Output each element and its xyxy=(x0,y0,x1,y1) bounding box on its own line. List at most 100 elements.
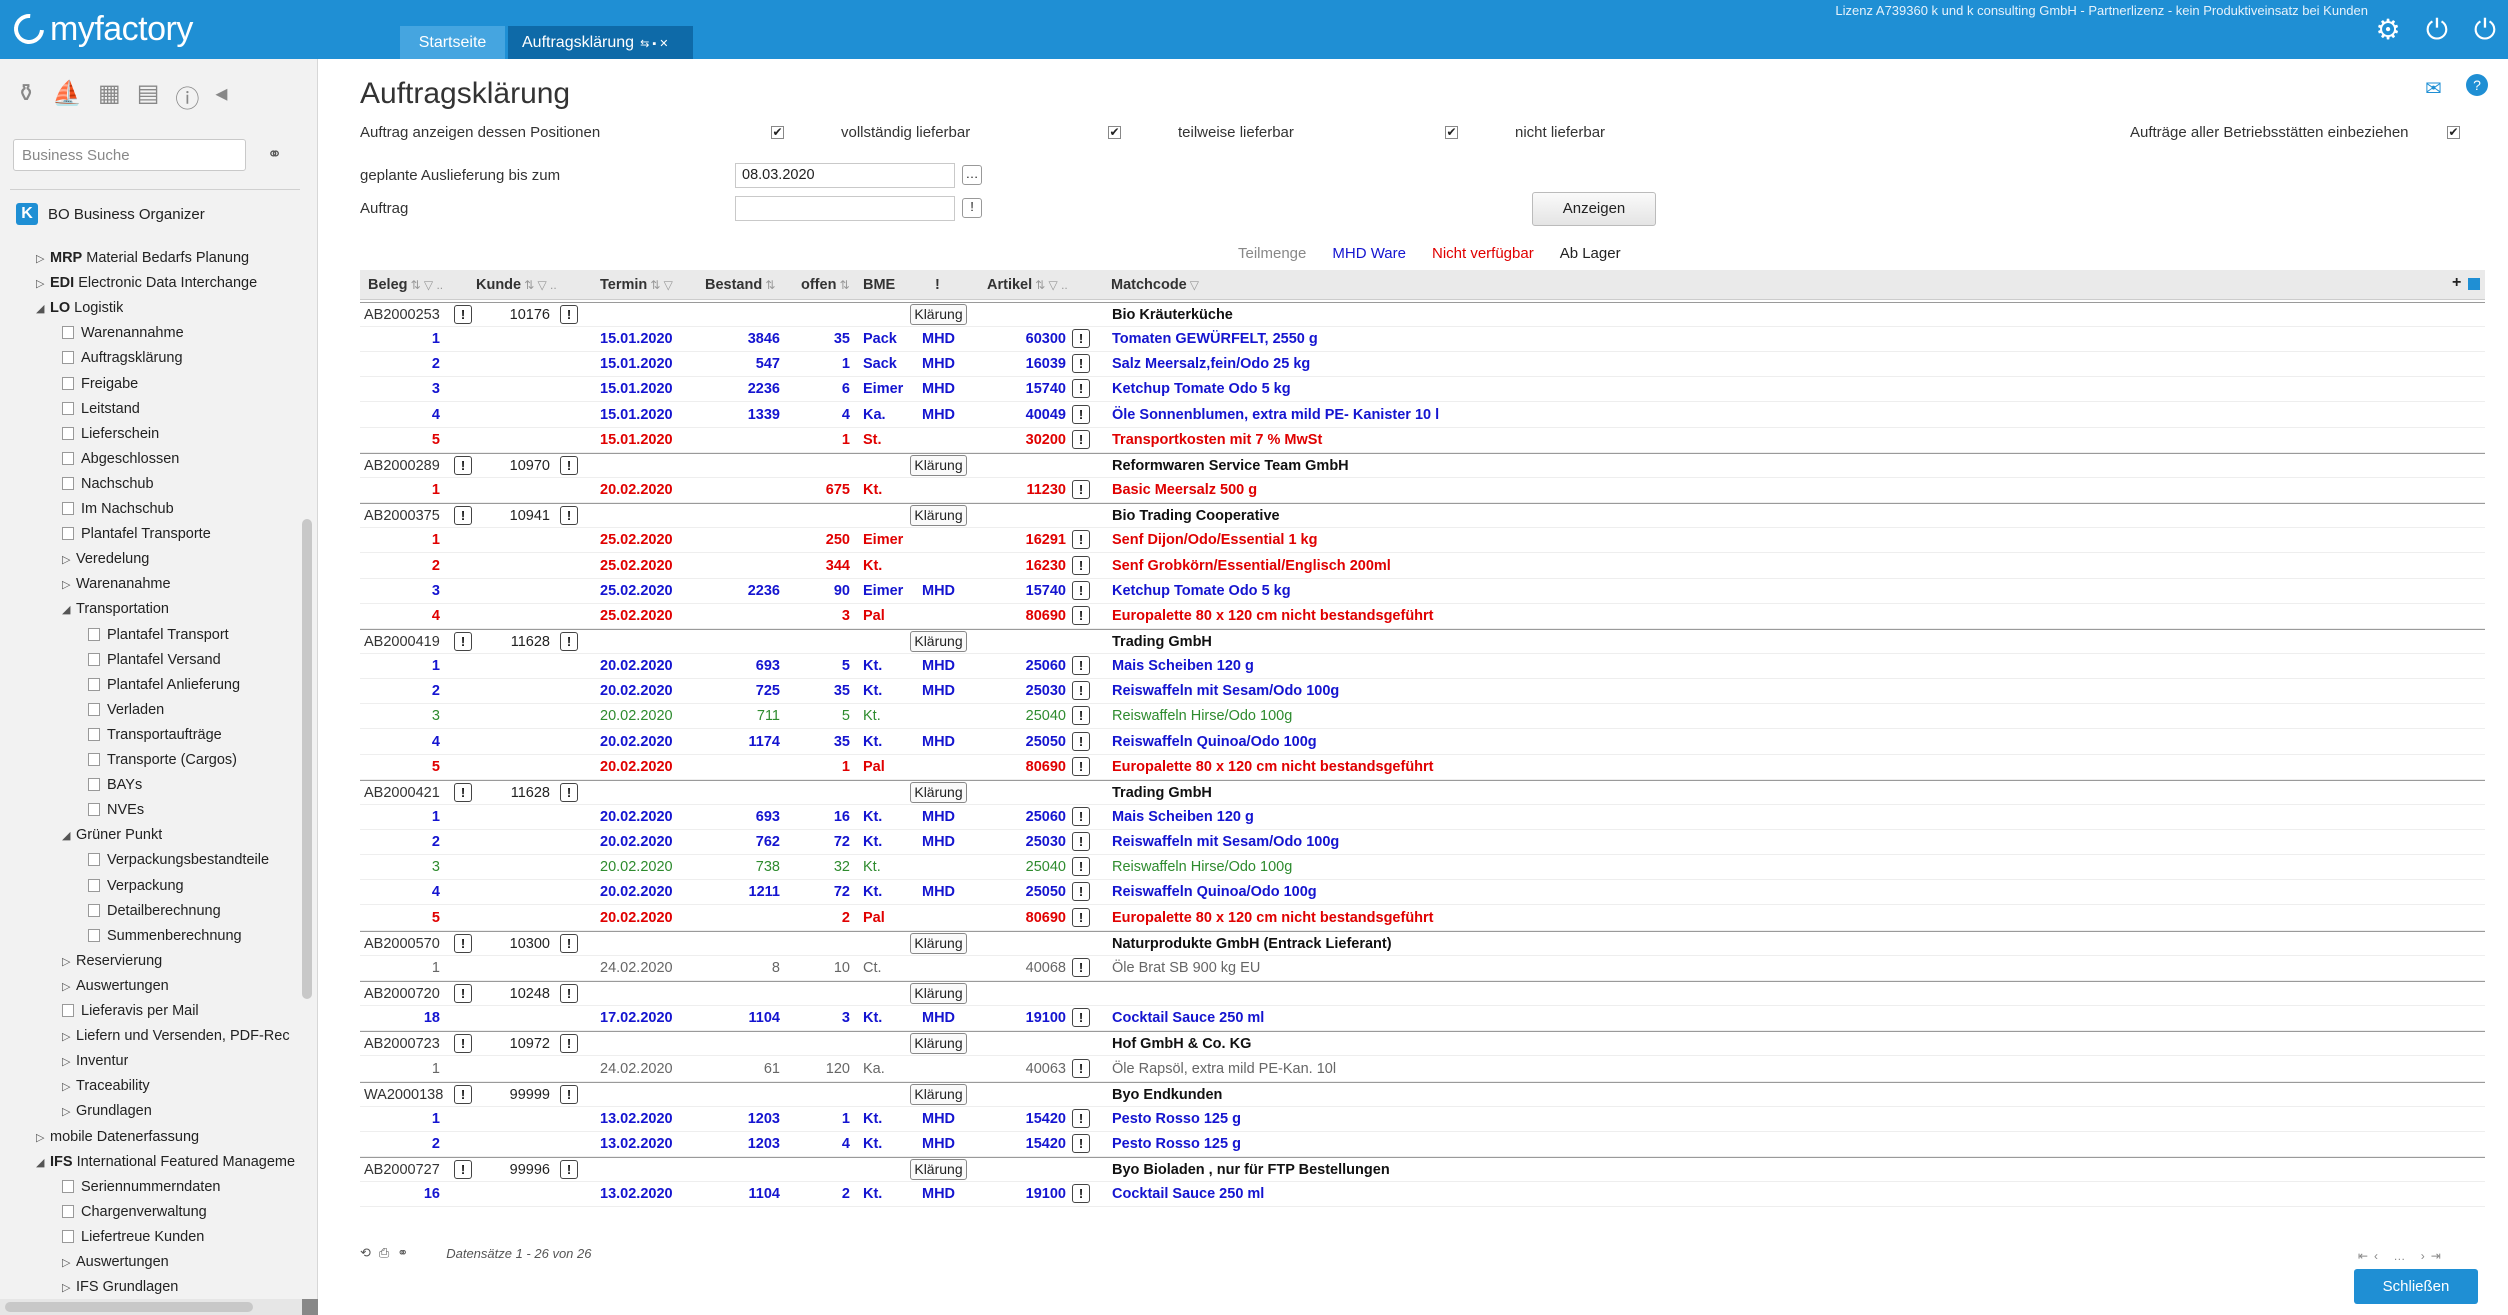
col-beleg[interactable]: Beleg ⇅ ▽ .. xyxy=(368,277,443,293)
order-number[interactable]: AB2000419 xyxy=(364,634,440,650)
expand-arrow-icon[interactable]: ▷ xyxy=(36,247,50,270)
position-row[interactable]: 1 13.02.2020 1203 1 Kt. MHD 15420! Pesto Rosso … xyxy=(360,1107,2485,1132)
order-number[interactable]: AB2000253 xyxy=(364,307,440,323)
tree-item[interactable]: Detailberechnung xyxy=(88,899,221,923)
position-row[interactable]: 1 20.02.2020 693 16 Kt. MHD 25060! Mais Scheibe… xyxy=(360,805,2485,830)
article-info-button[interactable]: ! xyxy=(1072,807,1090,826)
tree-item[interactable]: ▷ Liefern und Versenden, PDF-Rec xyxy=(62,1024,290,1048)
tree-item[interactable]: Warenannahme xyxy=(62,321,184,345)
planned-delivery-input[interactable]: 08.03.2020 xyxy=(735,163,955,188)
article-info-button[interactable]: ! xyxy=(1072,731,1090,751)
power-icon[interactable]: ⏻ xyxy=(2422,15,2452,45)
position-row[interactable]: 16 13.02.2020 1104 2 Kt. MHD 19100! Cocktail Sa… xyxy=(360,1182,2485,1208)
customer-info-button[interactable]: ! xyxy=(560,1034,578,1054)
customer-info-button[interactable]: ! xyxy=(560,305,578,324)
order-info-button[interactable]: ! xyxy=(454,305,472,324)
tree-item[interactable]: ▷ Traceability xyxy=(62,1074,150,1098)
position-row[interactable]: 18 17.02.2020 1104 3 Kt. MHD 19100! Cocktail Sa… xyxy=(360,1006,2485,1032)
expand-arrow-icon[interactable]: ▷ xyxy=(62,1025,76,1048)
article-info-button[interactable]: ! xyxy=(1072,857,1090,877)
tree-item[interactable]: Verpackung xyxy=(88,874,184,898)
expand-arrow-icon[interactable]: ▷ xyxy=(62,1100,76,1123)
article-info-button[interactable]: ! xyxy=(1072,832,1090,852)
grid-settings-icon[interactable] xyxy=(2468,278,2480,290)
refresh-icon[interactable]: ⟲ xyxy=(360,1245,371,1261)
tree-item[interactable]: Verladen xyxy=(88,698,164,722)
mail-icon[interactable]: ✉ xyxy=(2425,76,2442,101)
customer-info-button[interactable]: ! xyxy=(560,455,578,475)
position-row[interactable]: 1 24.02.2020 61 120 Ka. 40063! Öle Rapsöl, ext… xyxy=(360,1057,2485,1082)
favorites-icon[interactable]: ⛵ xyxy=(52,79,82,109)
tree-item[interactable]: ▷ Veredelung xyxy=(62,547,149,571)
position-row[interactable]: 4 20.02.2020 1174 35 Kt. MHD 25050! Reiswaffeln… xyxy=(360,730,2485,755)
customer-info-button[interactable]: ! xyxy=(560,631,578,651)
tree-item[interactable]: ▷ EDI Electronic Data Interchange xyxy=(36,271,257,295)
tree-item[interactable]: Seriennummerndaten xyxy=(62,1175,220,1199)
checkbox-partial[interactable]: ✔ xyxy=(1445,126,1458,139)
tree-item[interactable]: ▷ mobile Datenerfassung xyxy=(36,1125,199,1149)
order-info-button[interactable]: ! xyxy=(454,506,472,526)
app-logo[interactable]: myfactory xyxy=(7,7,193,51)
customer-info-button[interactable]: ! xyxy=(560,984,578,1004)
position-row[interactable]: 2 20.02.2020 762 72 Kt. MHD 25030! Reiswaffeln … xyxy=(360,830,2485,856)
tree-item[interactable]: Lieferschein xyxy=(62,422,159,446)
position-row[interactable]: 2 20.02.2020 725 35 Kt. MHD 25030! Reiswaffeln … xyxy=(360,679,2485,705)
print-icon[interactable]: ⎙ xyxy=(379,1245,389,1261)
collapse-icon[interactable]: ◂ xyxy=(215,79,227,109)
close-button[interactable]: Schließen xyxy=(2354,1269,2478,1304)
order-lookup-button[interactable]: ! xyxy=(962,198,982,218)
col-bme[interactable]: BME xyxy=(863,277,895,293)
position-row[interactable]: 3 15.01.2020 2236 6 Eimer MHD 15740! Ketchup To… xyxy=(360,377,2485,403)
order-number[interactable]: AB2000421 xyxy=(364,785,440,801)
col-bestand[interactable]: Bestand ⇅ xyxy=(705,277,775,293)
bo-title[interactable]: K BO Business Organizer xyxy=(16,203,205,225)
article-info-button[interactable]: ! xyxy=(1072,706,1090,726)
order-input[interactable] xyxy=(735,196,955,221)
article-info-button[interactable]: ! xyxy=(1072,1008,1090,1028)
info-icon[interactable]: ⓘ xyxy=(175,79,199,113)
tree-item[interactable]: BAYs xyxy=(88,773,142,797)
add-column-icon[interactable]: + xyxy=(2452,274,2461,292)
article-info-button[interactable]: ! xyxy=(1072,1184,1090,1204)
sort-icon[interactable]: ⇅ xyxy=(839,278,849,292)
order-row[interactable]: WA2000138! 99999! Klärung Byo Endkunden xyxy=(360,1081,2485,1107)
order-row[interactable]: AB2000720! 10248! Klärung xyxy=(360,981,2485,1007)
tree-item[interactable]: Im Nachschub xyxy=(62,497,174,521)
tree-item[interactable]: NVEs xyxy=(88,798,144,822)
order-number[interactable]: AB2000570 xyxy=(364,936,440,952)
date-picker-button[interactable]: … xyxy=(962,165,982,185)
tree-item[interactable]: Transportaufträge xyxy=(88,723,222,747)
help-icon[interactable]: ? xyxy=(2466,74,2488,96)
klaerung-button[interactable]: Klärung xyxy=(910,1083,967,1105)
options-icon[interactable]: ⚭ xyxy=(397,1245,408,1261)
order-number[interactable]: AB2000727 xyxy=(364,1162,440,1178)
expand-arrow-icon[interactable]: ◢ xyxy=(36,297,50,320)
tree-item[interactable]: Abgeschlossen xyxy=(62,447,179,471)
tree-item[interactable]: ▷ MRP Material Bedarfs Planung xyxy=(36,246,249,270)
order-info-button[interactable]: ! xyxy=(454,1160,472,1180)
sort-icon[interactable]: ⇅ xyxy=(765,278,775,292)
article-info-button[interactable]: ! xyxy=(1072,555,1090,575)
order-row[interactable]: AB2000253! 10176! Klärung Bio Kräuterküche xyxy=(360,302,2485,327)
order-number[interactable]: AB2000375 xyxy=(364,508,440,524)
expand-arrow-icon[interactable]: ◢ xyxy=(62,598,76,621)
gear-icon[interactable]: ⚙ xyxy=(2373,15,2403,45)
article-info-button[interactable]: ! xyxy=(1072,1133,1090,1153)
article-info-button[interactable]: ! xyxy=(1072,681,1090,701)
position-row[interactable]: 2 13.02.2020 1203 4 Kt. MHD 15420! Pesto Rosso … xyxy=(360,1132,2485,1157)
tree-item[interactable]: Plantafel Transport xyxy=(88,623,229,647)
tree-item[interactable]: Plantafel Versand xyxy=(88,648,221,672)
expand-arrow-icon[interactable]: ▷ xyxy=(62,548,76,571)
expand-arrow-icon[interactable]: ▷ xyxy=(36,1126,50,1149)
search-options-icon[interactable]: ⚭ xyxy=(267,144,282,165)
position-row[interactable]: 5 15.01.2020 1 St. 30200! Transportkosten mit… xyxy=(360,428,2485,453)
article-info-button[interactable]: ! xyxy=(1072,530,1090,550)
position-row[interactable]: 3 20.02.2020 738 32 Kt. 25040! Reiswaffeln Hir… xyxy=(360,855,2485,881)
order-row[interactable]: AB2000419! 11628! Klärung Trading GmbH xyxy=(360,628,2485,654)
position-row[interactable]: 4 15.01.2020 1339 4 Ka. MHD 40049! Öle Sonnenbl… xyxy=(360,403,2485,428)
expand-arrow-icon[interactable]: ▷ xyxy=(62,573,76,596)
klaerung-button[interactable]: Klärung xyxy=(910,983,967,1005)
klaerung-button[interactable]: Klärung xyxy=(910,630,967,652)
col-ausruf[interactable]: ! xyxy=(935,277,940,293)
order-row[interactable]: AB2000570! 10300! Klärung Naturprodukte Gmb… xyxy=(360,930,2485,956)
